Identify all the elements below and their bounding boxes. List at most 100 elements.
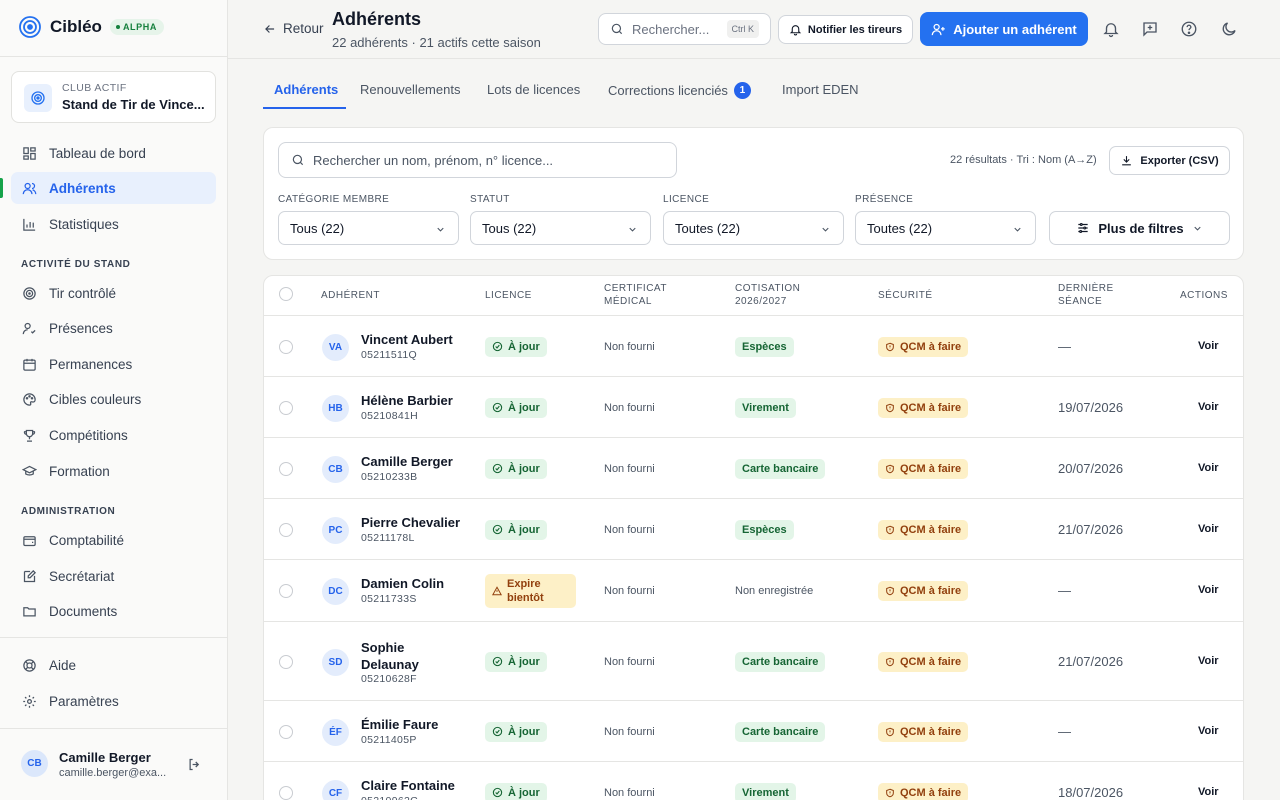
nav-item-secretariat[interactable]: Secrétariat <box>11 560 216 592</box>
nav-item-formation[interactable]: Formation <box>11 455 216 487</box>
tab-import-eden[interactable]: Import EDEN <box>782 82 859 97</box>
club-switcher[interactable]: CLUB ACTIF Stand de Tir de Vince... <box>11 71 216 123</box>
nav-label: Cibles couleurs <box>49 391 142 407</box>
view-button[interactable]: Voir <box>1198 462 1219 474</box>
licence-status-badge: À jour <box>485 651 547 672</box>
shortcut-badge: Ctrl K <box>726 20 759 38</box>
nav-item-adherents[interactable]: Adhérents <box>11 172 216 204</box>
nav-label: Formation <box>49 463 110 479</box>
nav-label: Documents <box>49 603 118 619</box>
notifications-icon[interactable] <box>1102 20 1120 38</box>
nav-label: Présences <box>49 320 113 336</box>
licence-status-badge: À jour <box>485 519 547 540</box>
last-session: 21/07/2026 <box>1058 521 1124 537</box>
col-securite: SÉCURITÉ <box>878 290 933 301</box>
notify-button[interactable]: Notifier les tireurs <box>778 15 913 44</box>
check-circle-icon <box>492 524 503 535</box>
select-all-checkbox[interactable] <box>279 287 293 301</box>
tab-adherents[interactable]: Adhérents <box>274 82 338 97</box>
trophy-icon <box>23 429 36 442</box>
help-icon[interactable] <box>1180 20 1198 38</box>
user-email: camille.berger@exa... <box>59 767 167 779</box>
view-button[interactable]: Voir <box>1198 584 1219 596</box>
view-button[interactable]: Voir <box>1198 523 1219 535</box>
tab-renouvellements[interactable]: Renouvellements <box>360 82 460 97</box>
filter-select-statut[interactable]: Tous (22) <box>470 211 651 245</box>
table-row[interactable]: DC Damien Colin 05211733S Expire bientôt… <box>264 560 1243 622</box>
logout-icon[interactable] <box>187 757 202 772</box>
export-csv-button[interactable]: Exporter (CSV) <box>1109 146 1230 175</box>
nav-item-parametres[interactable]: Paramètres <box>11 685 216 717</box>
row-checkbox[interactable] <box>279 522 293 537</box>
dark-mode-icon[interactable] <box>1220 20 1238 38</box>
feedback-icon[interactable] <box>1141 20 1159 38</box>
nav-item-documents[interactable]: Documents <box>11 595 216 627</box>
nav-item-tir-controle[interactable]: Tir contrôlé <box>11 277 216 309</box>
table-row[interactable]: CF Claire Fontaine 05210962C À jour Non … <box>264 762 1243 800</box>
more-filters-button[interactable]: Plus de filtres <box>1049 211 1230 245</box>
filter-label-presence: PRÉSENCE <box>855 194 914 205</box>
licence-number: 05211733S <box>361 593 417 605</box>
row-checkbox[interactable] <box>279 339 293 354</box>
table-row[interactable]: ÉF Émilie Faure 05211405P À jour Non fou… <box>264 701 1243 762</box>
view-button[interactable]: Voir <box>1198 655 1219 667</box>
avatar: HB <box>322 394 349 422</box>
nav-item-statistiques[interactable]: Statistiques <box>11 208 216 240</box>
nav-item-permanences[interactable]: Permanences <box>11 348 216 380</box>
global-search[interactable]: Rechercher... Ctrl K <box>598 13 771 45</box>
row-checkbox[interactable] <box>279 785 293 800</box>
nav-item-cibles-couleurs[interactable]: Cibles couleurs <box>11 383 216 415</box>
filter-select-licence[interactable]: Toutes (22) <box>663 211 844 245</box>
nav-item-competitions[interactable]: Compétitions <box>11 419 216 451</box>
nav-item-aide[interactable]: Aide <box>11 649 216 681</box>
view-button[interactable]: Voir <box>1198 786 1219 798</box>
chart-icon <box>23 218 36 231</box>
check-circle-icon <box>492 341 503 352</box>
security-badge: QCM à faire <box>878 458 969 479</box>
security-badge: QCM à faire <box>878 397 969 418</box>
table-row[interactable]: CB Camille Berger 05210233B À jour Non f… <box>264 438 1243 499</box>
nav-item-tableau-de-bord[interactable]: Tableau de bord <box>11 137 216 169</box>
sliders-icon <box>1078 222 1089 234</box>
nav-item-presences[interactable]: Présences <box>11 312 216 344</box>
medical-certificate-status: Non fourni <box>604 585 655 597</box>
nav-label: Secrétariat <box>49 568 115 584</box>
filter-select-categorie[interactable]: Tous (22) <box>278 211 459 245</box>
licence-status-badge: À jour <box>485 336 547 357</box>
view-button[interactable]: Voir <box>1198 725 1219 737</box>
active-indicator <box>0 178 3 198</box>
user-name: Camille Berger <box>59 750 151 765</box>
alpha-badge: ALPHA <box>109 19 164 35</box>
brand[interactable]: Cibléo ALPHA <box>18 15 164 39</box>
nav-item-comptabilite[interactable]: Comptabilité <box>11 524 216 556</box>
licence-number: 05211405P <box>361 733 417 746</box>
tab-corrections-licencies[interactable]: Corrections licenciés 1 <box>608 82 751 99</box>
view-button[interactable]: Voir <box>1198 401 1219 413</box>
row-checkbox[interactable] <box>279 654 293 669</box>
table-row[interactable]: PC Pierre Chevalier 05211178L À jour Non… <box>264 499 1243 560</box>
medical-certificate-status: Non fourni <box>604 523 655 536</box>
row-checkbox[interactable] <box>279 461 293 476</box>
add-member-button[interactable]: Ajouter un adhérent <box>920 12 1088 46</box>
page-title: Adhérents <box>332 9 422 29</box>
check-circle-icon <box>492 787 503 798</box>
avatar: CB <box>21 750 48 777</box>
filter-label-statut: STATUT <box>470 194 510 205</box>
row-checkbox[interactable] <box>279 584 293 598</box>
member-search-input[interactable]: Rechercher un nom, prénom, n° licence... <box>278 142 677 178</box>
filter-select-presence[interactable]: Toutes (22) <box>855 211 1036 245</box>
row-checkbox[interactable] <box>279 724 293 739</box>
tab-lots-de-licences[interactable]: Lots de licences <box>487 82 580 97</box>
user-profile[interactable]: CB Camille Berger camille.berger@exa... <box>0 729 227 800</box>
table-row[interactable]: VA Vincent Aubert 05211511Q À jour Non f… <box>264 316 1243 377</box>
table-row[interactable]: HB Hélène Barbier 05210841H À jour Non f… <box>264 377 1243 438</box>
table-row[interactable]: SD Sophie Delaunay 05210628F À jour Non … <box>264 622 1243 701</box>
back-link[interactable]: Retour <box>263 21 324 36</box>
view-button[interactable]: Voir <box>1198 340 1219 352</box>
bell-icon <box>789 25 802 36</box>
row-checkbox[interactable] <box>279 400 293 415</box>
filter-label-categorie: CATÉGORIE MEMBRE <box>278 194 390 205</box>
shield-icon <box>885 788 895 798</box>
security-badge: QCM à faire <box>878 651 969 672</box>
back-label: Retour <box>283 21 324 36</box>
